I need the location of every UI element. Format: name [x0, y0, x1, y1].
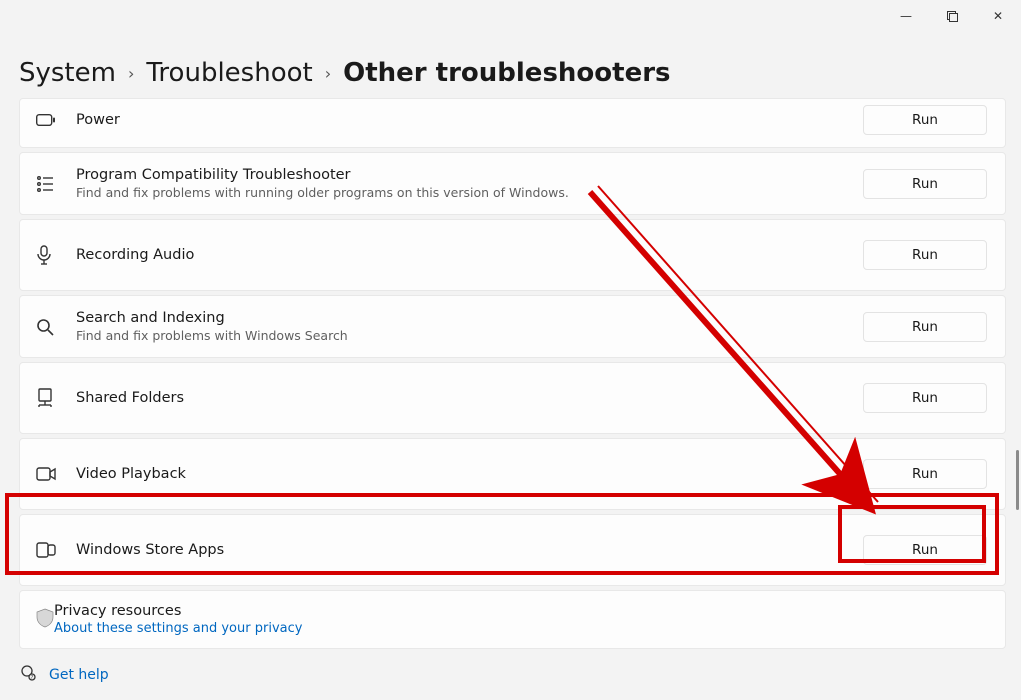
privacy-resources: Privacy resources About these settings a… — [19, 590, 1006, 649]
breadcrumb-troubleshoot[interactable]: Troubleshoot — [146, 58, 312, 88]
troubleshooter-title: Windows Store Apps — [76, 542, 863, 558]
chevron-right-icon: › — [128, 64, 134, 83]
run-button[interactable]: Run — [863, 240, 987, 270]
search-icon — [36, 318, 76, 336]
scrollbar[interactable] — [1016, 450, 1019, 510]
window-controls: — ✕ — [883, 0, 1021, 32]
run-button[interactable]: Run — [863, 105, 987, 135]
page-title: Other troubleshooters — [343, 58, 670, 88]
troubleshooter-title: Program Compatibility Troubleshooter — [76, 167, 863, 183]
get-help-label: Get help — [49, 667, 109, 683]
troubleshooter-title: Shared Folders — [76, 390, 863, 406]
video-icon — [36, 467, 76, 481]
apps-icon — [36, 542, 76, 558]
run-button[interactable]: Run — [863, 459, 987, 489]
troubleshooter-video-playback[interactable]: Video Playback Run — [19, 438, 1006, 510]
troubleshooter-power[interactable]: Power Run — [19, 98, 1006, 148]
close-button[interactable]: ✕ — [975, 0, 1021, 32]
troubleshooter-search-indexing[interactable]: Search and Indexing Find and fix problem… — [19, 295, 1006, 358]
run-button[interactable]: Run — [863, 535, 987, 565]
get-help-link[interactable]: ? Get help — [19, 664, 109, 686]
chevron-right-icon: › — [325, 64, 331, 83]
troubleshooter-program-compatibility[interactable]: Program Compatibility Troubleshooter Fin… — [19, 152, 1006, 215]
troubleshooter-shared-folders[interactable]: Shared Folders Run — [19, 362, 1006, 434]
troubleshooter-title: Search and Indexing — [76, 310, 863, 326]
battery-icon — [36, 113, 76, 127]
breadcrumb-system[interactable]: System — [19, 58, 116, 88]
troubleshooter-description: Find and fix problems with running older… — [76, 185, 863, 200]
run-button[interactable]: Run — [863, 169, 987, 199]
troubleshooter-title: Video Playback — [76, 466, 863, 482]
troubleshooter-title: Power — [76, 112, 863, 128]
troubleshooter-title: Recording Audio — [76, 247, 863, 263]
shared-folder-icon — [36, 388, 76, 408]
help-icon: ? — [19, 664, 37, 686]
run-button[interactable]: Run — [863, 312, 987, 342]
troubleshooter-recording-audio[interactable]: Recording Audio Run — [19, 219, 1006, 291]
troubleshooters-list: Power Run Program Compatibility Troubles… — [19, 98, 1006, 649]
maximize-button[interactable] — [929, 0, 975, 32]
microphone-icon — [36, 245, 76, 265]
svg-text:?: ? — [31, 675, 34, 681]
troubleshooter-windows-store-apps[interactable]: Windows Store Apps Run — [19, 514, 1006, 586]
privacy-title: Privacy resources — [54, 603, 302, 619]
list-settings-icon — [36, 175, 76, 193]
run-button[interactable]: Run — [863, 383, 987, 413]
troubleshooter-description: Find and fix problems with Windows Searc… — [76, 328, 863, 343]
privacy-link[interactable]: About these settings and your privacy — [54, 621, 302, 636]
breadcrumb: System › Troubleshoot › Other troublesho… — [19, 58, 671, 88]
shield-icon — [36, 608, 54, 632]
minimize-button[interactable]: — — [883, 0, 929, 32]
